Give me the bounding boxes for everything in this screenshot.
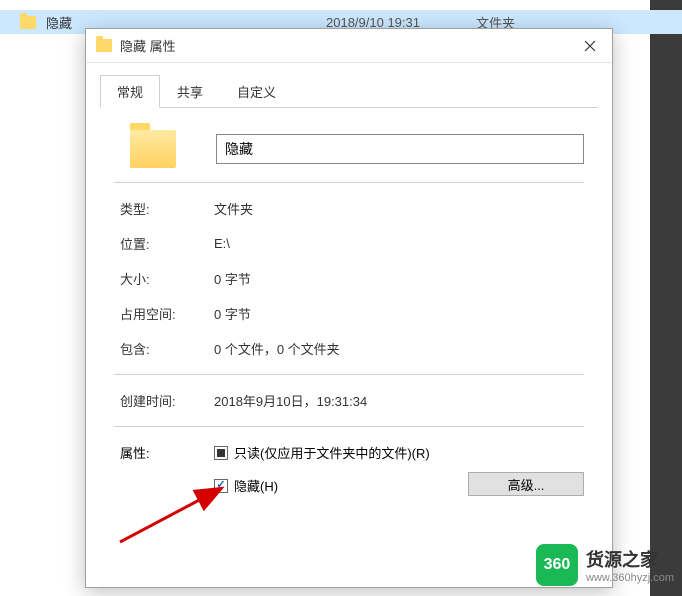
contains-label: 包含: <box>120 339 214 358</box>
created-label: 创建时间: <box>120 391 214 410</box>
size-value: 0 字节 <box>214 269 251 288</box>
checkbox-indeterminate-icon <box>214 446 228 460</box>
hidden-label: 隐藏(H) <box>234 476 278 495</box>
readonly-checkbox-row[interactable]: 只读(仅应用于文件夹中的文件)(R) <box>214 443 584 462</box>
contains-value: 0 个文件，0 个文件夹 <box>214 339 340 358</box>
tab-sharing[interactable]: 共享 <box>160 75 220 108</box>
watermark: 360 货源之家 www.360hyzj.com <box>536 544 674 586</box>
dialog-title: 隐藏 属性 <box>120 36 567 55</box>
divider <box>114 426 584 427</box>
folder-icon <box>20 16 36 29</box>
watermark-badge: 360 <box>536 544 578 586</box>
type-label: 类型: <box>120 199 214 218</box>
folder-large-icon <box>130 130 176 168</box>
location-label: 位置: <box>120 234 214 253</box>
hidden-checkbox-row[interactable]: 隐藏(H) 高级... <box>214 476 584 495</box>
close-button[interactable] <box>567 29 612 63</box>
watermark-url: www.360hyzj.com <box>586 572 674 584</box>
type-value: 文件夹 <box>214 199 253 218</box>
close-icon <box>584 40 596 52</box>
tab-content: 类型:文件夹 位置:E:\ 大小:0 字节 占用空间:0 字节 包含:0 个文件… <box>100 108 598 495</box>
location-value: E:\ <box>214 236 230 251</box>
watermark-title: 货源之家 <box>586 546 674 572</box>
tab-customize[interactable]: 自定义 <box>220 75 293 108</box>
properties-dialog: 隐藏 属性 常规 共享 自定义 类型:文件夹 位置:E:\ 大小:0 字节 占用… <box>85 28 613 588</box>
attributes-label: 属性: <box>120 443 214 495</box>
sizeondisk-label: 占用空间: <box>120 304 214 323</box>
sizeondisk-value: 0 字节 <box>214 304 251 323</box>
divider <box>114 374 584 375</box>
divider <box>114 182 584 183</box>
size-label: 大小: <box>120 269 214 288</box>
window-edge <box>650 0 682 596</box>
folder-icon <box>96 39 112 52</box>
checkbox-checked-icon <box>214 479 228 493</box>
tab-general[interactable]: 常规 <box>100 75 160 108</box>
tab-strip: 常规 共享 自定义 <box>100 75 598 108</box>
titlebar[interactable]: 隐藏 属性 <box>86 29 612 63</box>
folder-name-input[interactable] <box>216 134 584 164</box>
created-value: 2018年9月10日，19:31:34 <box>214 391 367 410</box>
advanced-button[interactable]: 高级... <box>468 472 584 496</box>
readonly-label: 只读(仅应用于文件夹中的文件)(R) <box>234 443 430 462</box>
